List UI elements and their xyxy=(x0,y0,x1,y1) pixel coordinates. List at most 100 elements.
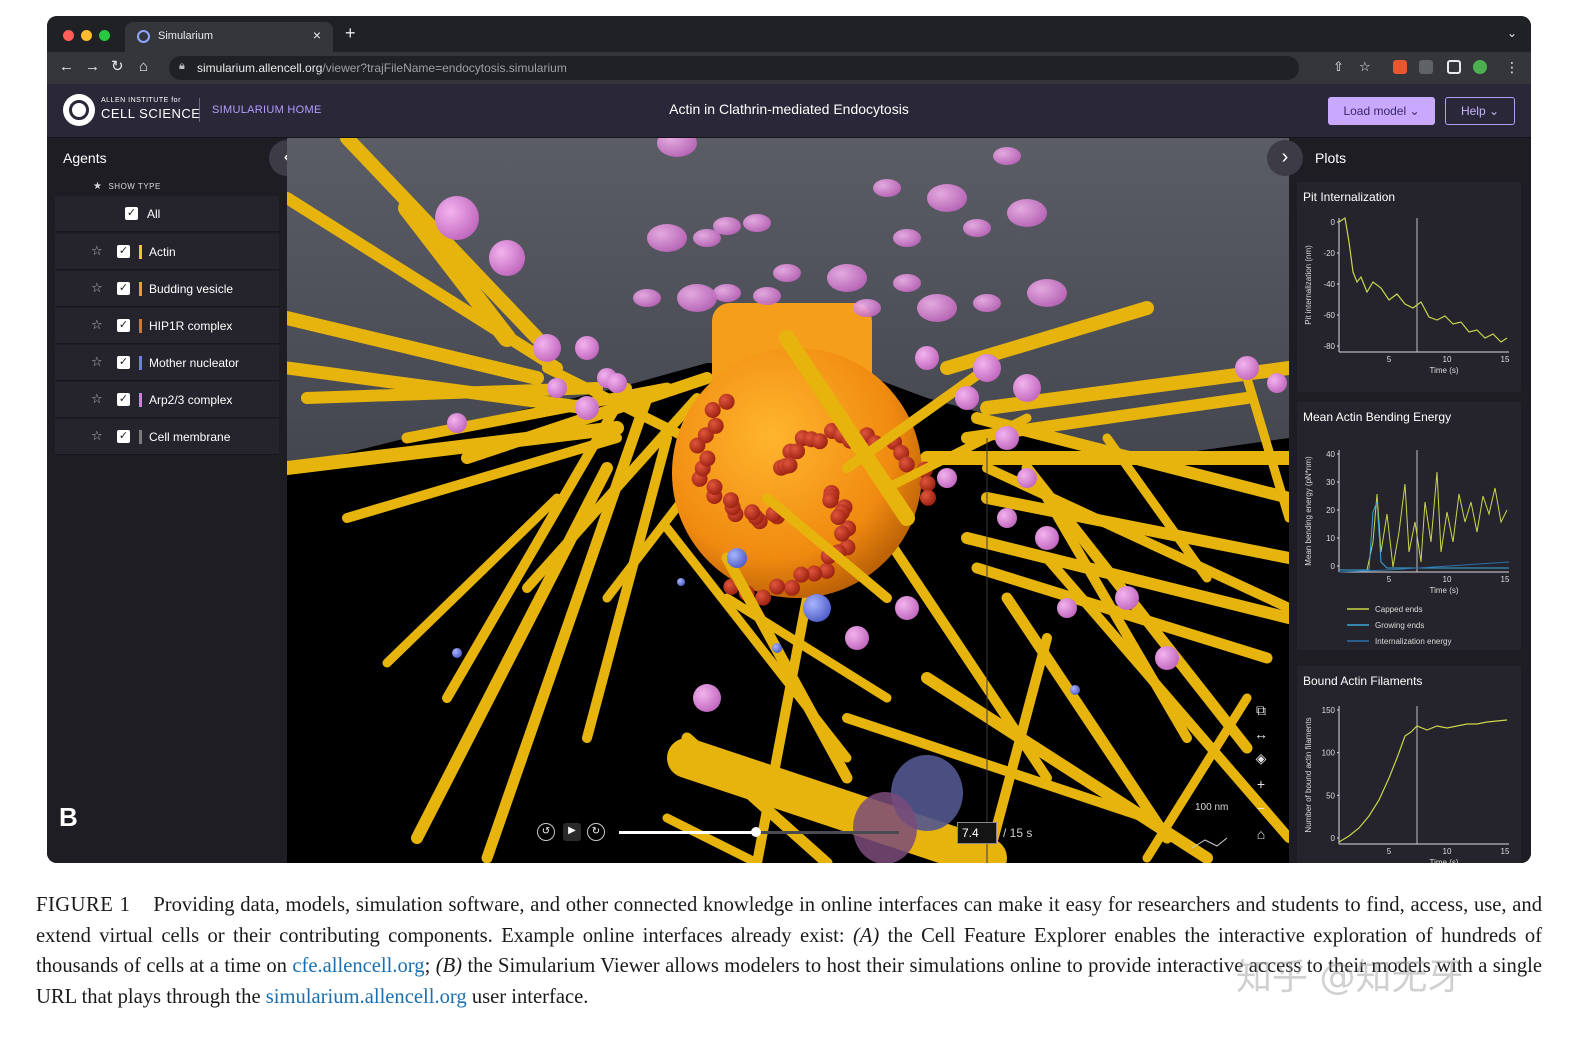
reload-icon[interactable]: ↻ xyxy=(111,58,124,76)
x-tick-label: 15 xyxy=(1501,847,1510,856)
membrane-particle xyxy=(893,274,921,292)
agent-row[interactable]: ☆ ✓ Actin xyxy=(55,234,279,270)
back-icon[interactable]: ← xyxy=(59,58,74,76)
bending-energy-chart[interactable]: 40 30 20 10 0 5 10 15 Time (s) Mean bending energ… xyxy=(1297,402,1521,650)
cfe-link[interactable]: cfe.allencell.org xyxy=(292,955,424,977)
membrane-particle xyxy=(917,294,957,322)
x-tick-label: 15 xyxy=(1501,575,1510,584)
forward-icon[interactable]: → xyxy=(85,58,100,76)
pit-internalization-chart[interactable]: 0 -20 -40 -60 -80 5 10 15 Time (s) Pit internaliz… xyxy=(1297,182,1521,392)
agent-row[interactable]: ☆ ✓ Budding vesicle xyxy=(55,271,279,307)
hip1r-particle xyxy=(707,417,724,434)
reset-camera-icon[interactable]: ⌂ xyxy=(1251,824,1271,844)
focus-icon[interactable]: ◈ xyxy=(1251,748,1271,768)
star-icon[interactable]: ☆ xyxy=(91,391,103,407)
play-button[interactable]: ▶ xyxy=(563,823,581,841)
tab-search-icon[interactable]: ⌄ xyxy=(1507,26,1517,40)
membrane-particle xyxy=(993,147,1021,165)
step-forward-button[interactable]: ↻ xyxy=(587,823,605,841)
3d-viewer[interactable]: ↺ ▶ ↻ 7.4 / 15 s 100 nm ⧉ ↔ ◈ + − ⌂ xyxy=(287,138,1289,863)
bookmark-star-icon[interactable]: ☆ xyxy=(1359,58,1371,76)
hip1r-particle xyxy=(706,479,723,495)
pan-icon[interactable]: ↔ xyxy=(1251,724,1271,744)
time-slider-thumb[interactable] xyxy=(751,827,762,837)
star-icon[interactable]: ☆ xyxy=(91,280,103,296)
collapse-plots-button[interactable]: › xyxy=(1267,140,1303,176)
star-icon[interactable]: ★ xyxy=(93,181,102,192)
star-icon[interactable]: ☆ xyxy=(91,428,103,444)
tab-close-icon[interactable]: × xyxy=(313,27,321,43)
new-tab-button[interactable]: + xyxy=(345,24,356,42)
camera-mode-icon[interactable]: ⧉ xyxy=(1251,700,1271,720)
arp23-particle xyxy=(575,396,599,420)
simularium-home-link[interactable]: SIMULARIUM HOME xyxy=(212,104,322,116)
agent-checkbox[interactable]: ✓ xyxy=(117,430,130,443)
bound-filaments-chart[interactable]: 150 100 50 0 5 10 15 Time (s) Number of bound ac… xyxy=(1297,666,1521,863)
y-tick-label: 100 xyxy=(1322,749,1336,758)
sidepanel-icon[interactable] xyxy=(1447,60,1461,74)
arp23-particle xyxy=(1013,374,1041,402)
help-button[interactable]: Help ⌄ xyxy=(1445,97,1515,125)
y-axis-label: Mean bending energy (pN*nm) xyxy=(1304,456,1313,566)
agent-checkbox[interactable]: ✓ xyxy=(117,356,130,369)
simularium-link[interactable]: simularium.allencell.org xyxy=(266,986,467,1008)
agent-checkbox[interactable]: ✓ xyxy=(117,282,130,295)
star-icon[interactable]: ☆ xyxy=(91,317,103,333)
agent-label: Cell membrane xyxy=(149,430,231,444)
minimize-window-icon[interactable] xyxy=(81,30,92,41)
agent-checkbox[interactable]: ✓ xyxy=(117,393,130,406)
home-icon[interactable]: ⌂ xyxy=(139,58,148,76)
url-path: /viewer?trajFileName=endocytosis.simular… xyxy=(322,61,567,75)
nucleator-particle xyxy=(677,578,685,586)
time-slider[interactable] xyxy=(619,827,899,837)
agent-row[interactable]: ☆ ✓ HIP1R complex xyxy=(55,308,279,344)
agent-color-swatch xyxy=(139,282,142,296)
star-icon[interactable]: ☆ xyxy=(91,354,103,370)
caption-a-label: (A) xyxy=(852,924,880,947)
address-bar[interactable]: 🔒︎ simularium.allencell.org/viewer?trajF… xyxy=(169,56,1299,80)
profile-avatar-icon[interactable] xyxy=(1473,60,1487,74)
agent-checkbox[interactable]: ✓ xyxy=(117,319,130,332)
share-icon[interactable]: ⇧ xyxy=(1333,58,1344,76)
browser-tab[interactable]: Simularium × xyxy=(125,22,333,52)
y-tick-label: 0 xyxy=(1331,562,1336,571)
agent-label: Arp2/3 complex xyxy=(149,393,233,407)
y-tick-label: 0 xyxy=(1331,834,1336,843)
arp23-particle xyxy=(693,684,721,712)
hip1r-particle xyxy=(789,443,805,460)
agent-row[interactable]: ☆ ✓ Cell membrane xyxy=(55,419,279,455)
app-header: ALLEN INSTITUTE for CELL SCIENCE SIMULAR… xyxy=(47,84,1531,138)
allen-institute-logo-icon[interactable] xyxy=(63,94,95,126)
arp23-particle xyxy=(1155,646,1179,670)
current-time-input[interactable]: 7.4 xyxy=(957,822,997,844)
zoom-out-icon[interactable]: − xyxy=(1251,798,1271,818)
arp23-particle xyxy=(1017,468,1037,488)
browser-menu-icon[interactable]: ⋮ xyxy=(1505,58,1519,76)
arp23-particle xyxy=(973,354,1001,382)
agent-row-all[interactable]: ✓ All xyxy=(55,196,279,232)
load-model-button[interactable]: Load model ⌄ xyxy=(1328,97,1435,125)
agent-color-swatch xyxy=(139,430,142,444)
close-window-icon[interactable] xyxy=(63,30,74,41)
membrane-particle xyxy=(713,284,741,302)
membrane-particle xyxy=(873,179,901,197)
agent-checkbox[interactable]: ✓ xyxy=(117,245,130,258)
simulation-scene[interactable] xyxy=(287,138,1289,863)
membrane-particle xyxy=(693,229,721,247)
membrane-particle xyxy=(633,289,661,307)
agent-row[interactable]: ☆ ✓ Mother nucleator xyxy=(55,345,279,381)
x-tick-label: 5 xyxy=(1387,847,1392,856)
maximize-window-icon[interactable] xyxy=(99,30,110,41)
zoom-in-icon[interactable]: + xyxy=(1251,774,1271,794)
extension-icon[interactable] xyxy=(1393,60,1407,74)
puzzle-extensions-icon[interactable] xyxy=(1419,60,1433,74)
star-icon[interactable]: ☆ xyxy=(91,243,103,259)
arp23-particle xyxy=(1235,356,1259,380)
plots-panel: › Plots Pit Internalization 0 -20 -40 -60 -8… xyxy=(1267,138,1531,863)
y-axis-label: Number of bound actin filaments xyxy=(1304,717,1313,832)
checkbox-all[interactable]: ✓ xyxy=(125,207,138,220)
step-back-button[interactable]: ↺ xyxy=(537,823,555,841)
agent-row[interactable]: ☆ ✓ Arp2/3 complex xyxy=(55,382,279,418)
arp23-particle xyxy=(1267,373,1287,393)
nucleator-particle xyxy=(772,643,782,653)
